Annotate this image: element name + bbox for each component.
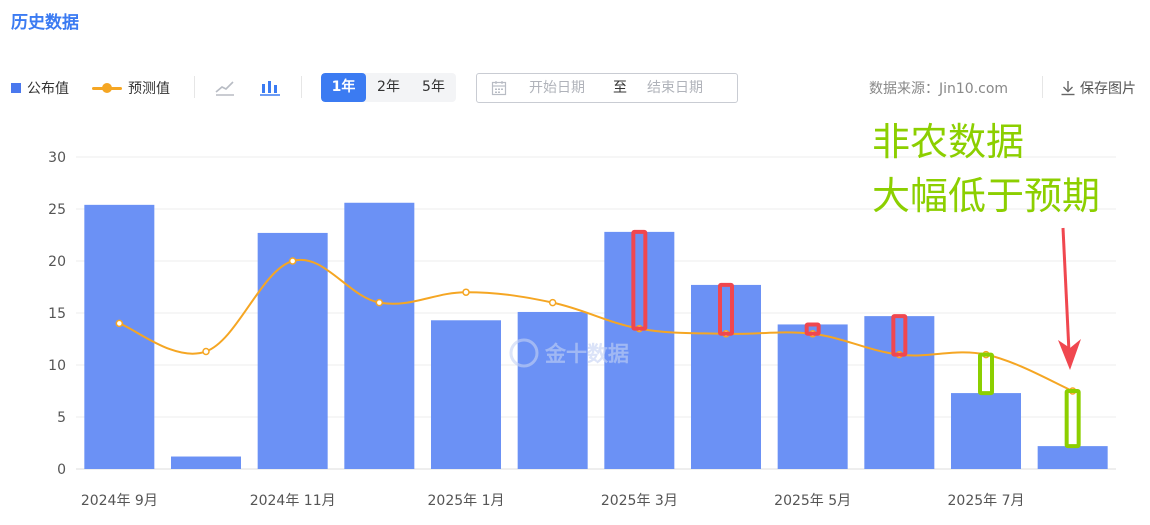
y-tick-label: 10 <box>48 358 66 374</box>
bar[interactable] <box>431 320 501 469</box>
annotation-line1: 非农数据 <box>872 120 1025 164</box>
forecast-point <box>375 298 384 307</box>
bar[interactable] <box>691 284 761 469</box>
forecast-point <box>462 288 470 296</box>
y-tick-label: 20 <box>48 254 66 270</box>
bar[interactable] <box>1037 446 1108 469</box>
highlight-box <box>978 352 994 396</box>
watermark-text: 金十数据 <box>544 342 629 366</box>
bar[interactable] <box>864 316 935 469</box>
history-chart: 0 5 10 15 20 25 30 金十数据 2024年 9月 2024年 11月 2025年… <box>48 150 1116 509</box>
bar[interactable] <box>951 393 1021 469</box>
x-tick-label: 2025年 1月 <box>428 493 505 509</box>
forecast-point <box>548 298 557 307</box>
x-tick-label: 2025年 3月 <box>601 493 678 509</box>
highlight-box <box>1064 389 1081 449</box>
bar[interactable] <box>777 324 848 469</box>
forecast-point <box>115 319 124 328</box>
x-tick-label: 2025年 5月 <box>774 493 851 509</box>
bar[interactable] <box>344 202 415 469</box>
bar[interactable] <box>257 232 328 469</box>
y-tick-label: 5 <box>57 410 66 426</box>
x-tick-label: 2024年 9月 <box>81 493 158 509</box>
annotation-line2: 大幅低于预期 <box>872 174 1101 218</box>
bar[interactable] <box>171 456 241 469</box>
y-tick-label: 15 <box>48 306 66 322</box>
y-tick-label: 30 <box>48 150 66 166</box>
forecast-point <box>202 347 210 356</box>
forecast-point <box>288 257 297 265</box>
bar[interactable] <box>517 311 588 469</box>
y-tick-label: 0 <box>57 462 66 478</box>
arrow-shaft <box>1061 227 1071 353</box>
y-tick-label: 25 <box>48 202 66 218</box>
x-tick-label: 2025年 7月 <box>948 493 1025 509</box>
x-tick-label: 2024年 11月 <box>250 493 336 509</box>
